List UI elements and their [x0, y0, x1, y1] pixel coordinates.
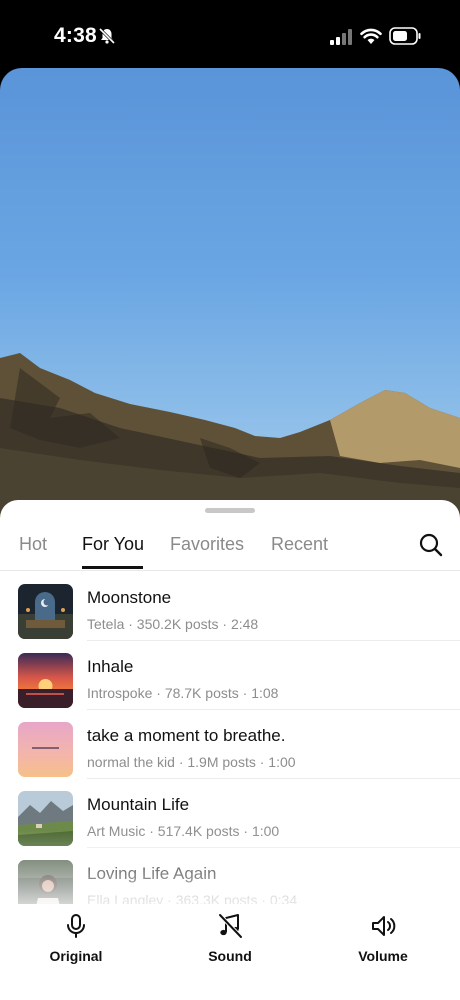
cellular-signal-icon: [330, 29, 352, 45]
bottom-toolbar: Original Sound Volume: [0, 904, 460, 1000]
sound-label: Sound: [208, 948, 252, 964]
moonstone-cover: [18, 584, 73, 639]
original-label: Original: [49, 948, 103, 964]
tab-favorites[interactable]: Favorites: [170, 534, 244, 555]
video-preview[interactable]: [0, 68, 460, 528]
volume-button[interactable]: Volume: [338, 912, 428, 964]
mountain-landscape-image: [0, 353, 460, 528]
status-time: 4:38: [54, 24, 97, 47]
track-row[interactable]: Inhale Introspoke · 78.7K posts · 1:08: [0, 641, 460, 710]
sheet-grabber[interactable]: [205, 508, 255, 513]
sunset-cover: [18, 653, 73, 708]
wifi-icon: [360, 28, 382, 44]
track-row[interactable]: Mountain Life Art Music · 517.4K posts ·…: [0, 779, 460, 848]
tab-recent[interactable]: Recent: [271, 534, 328, 555]
volume-label: Volume: [358, 948, 408, 964]
track-title: Mountain Life: [87, 795, 190, 814]
track-meta: Tetela · 350.2K posts · 2:48: [87, 616, 259, 632]
tab-hot[interactable]: Hot: [19, 534, 47, 555]
track-title: take a moment to breathe.: [87, 726, 286, 745]
speaker-icon: [372, 916, 396, 936]
track-meta: normal the kid · 1.9M posts · 1:00: [87, 754, 296, 770]
track-row[interactable]: Moonstone Tetela · 350.2K posts · 2:48: [0, 572, 460, 641]
track-list: Moonstone Tetela · 350.2K posts · 2:48 I…: [0, 572, 460, 917]
track-row[interactable]: take a moment to breathe. normal the kid…: [0, 710, 460, 779]
active-tab-indicator: [82, 566, 143, 569]
mountain-cover: [18, 791, 73, 846]
original-button[interactable]: Original: [31, 912, 121, 964]
track-title: Loving Life Again: [87, 864, 217, 883]
music-note-slash-icon: [218, 913, 243, 939]
search-icon[interactable]: [418, 532, 444, 558]
tab-for-you[interactable]: For You: [82, 534, 144, 555]
track-title: Moonstone: [87, 588, 172, 607]
track-meta: Art Music · 517.4K posts · 1:00: [87, 823, 280, 839]
track-title: Inhale: [87, 657, 134, 676]
microphone-icon: [67, 914, 85, 938]
tab-bar: Hot For You Favorites Recent: [0, 530, 460, 571]
status-bar: 4:38: [0, 0, 460, 70]
bell-slash-icon: [98, 27, 116, 45]
sound-button[interactable]: Sound: [185, 912, 275, 964]
battery-icon: [389, 27, 421, 45]
track-meta: Introspoke · 78.7K posts · 1:08: [87, 685, 279, 701]
pink-sky-cover: [18, 722, 73, 777]
